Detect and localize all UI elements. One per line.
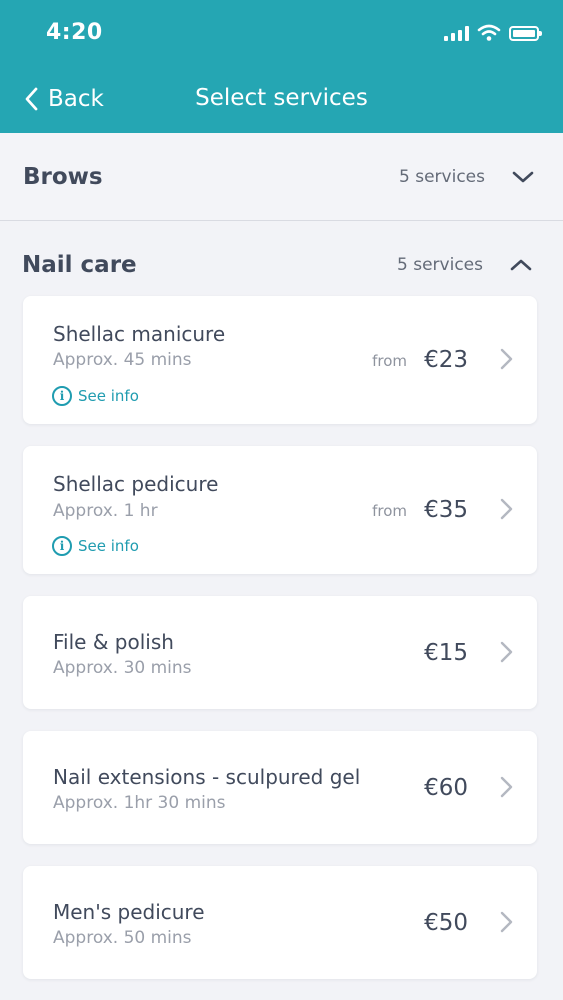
see-info-label: See info xyxy=(78,537,139,555)
status-icons xyxy=(444,24,542,42)
chevron-down-icon[interactable] xyxy=(511,165,535,189)
section-brows[interactable]: Brows 5 services xyxy=(0,133,563,221)
service-price: €15 xyxy=(424,640,468,666)
chevron-right-icon xyxy=(500,641,513,663)
see-info-link[interactable]: i See info xyxy=(52,536,139,556)
service-card-file-polish[interactable]: File & polish Approx. 30 mins €15 xyxy=(23,596,537,709)
section-count: 5 services xyxy=(397,255,483,275)
service-price: €60 xyxy=(424,775,468,801)
service-price: €35 xyxy=(424,497,468,523)
chevron-right-icon xyxy=(500,911,513,933)
page-title-text: Select services xyxy=(195,85,368,111)
see-info-label: See info xyxy=(78,387,139,405)
service-price: €50 xyxy=(424,910,468,936)
service-name: Men's pedicure xyxy=(53,900,205,924)
section-brows-header[interactable]: Brows 5 services xyxy=(0,133,563,221)
section-count: 5 services xyxy=(399,167,485,187)
info-icon: i xyxy=(52,536,72,556)
chevron-right-icon xyxy=(500,776,513,798)
section-title: Nail care xyxy=(22,252,137,278)
wifi-icon xyxy=(477,24,501,41)
service-name: Nail extensions - sculpured gel xyxy=(53,765,361,789)
chevron-right-icon xyxy=(500,348,513,370)
service-card-nail-extensions[interactable]: Nail extensions - sculpured gel Approx. … xyxy=(23,731,537,844)
service-name: File & polish xyxy=(53,630,174,654)
service-price: €23 xyxy=(424,347,468,373)
service-card-mens-pedicure[interactable]: Men's pedicure Approx. 50 mins €50 xyxy=(23,866,537,979)
price-from-label: from xyxy=(372,352,407,370)
service-duration: Approx. 1hr 30 mins xyxy=(53,793,226,813)
battery-icon xyxy=(509,25,542,41)
info-icon: i xyxy=(52,386,72,406)
service-card-shellac-manicure[interactable]: Shellac manicure Approx. 45 mins i See i… xyxy=(23,296,537,424)
chevron-right-icon xyxy=(500,498,513,520)
service-duration: Approx. 1 hr xyxy=(53,501,158,521)
service-name: Shellac pedicure xyxy=(53,472,219,496)
status-time: 4:20 xyxy=(46,20,103,45)
section-title: Brows xyxy=(23,164,103,190)
service-card-shellac-pedicure[interactable]: Shellac pedicure Approx. 1 hr i See info… xyxy=(23,446,537,574)
chevron-up-icon[interactable] xyxy=(509,253,533,277)
service-duration: Approx. 50 mins xyxy=(53,928,192,948)
price-from-label: from xyxy=(372,502,407,520)
service-name: Shellac manicure xyxy=(53,322,226,346)
header-bar: 4:20 Back Select services xyxy=(0,0,563,133)
page-title: Select services xyxy=(0,85,563,111)
service-duration: Approx. 30 mins xyxy=(53,658,192,678)
see-info-link[interactable]: i See info xyxy=(52,386,139,406)
signal-icon xyxy=(444,25,469,41)
service-duration: Approx. 45 mins xyxy=(53,350,192,370)
